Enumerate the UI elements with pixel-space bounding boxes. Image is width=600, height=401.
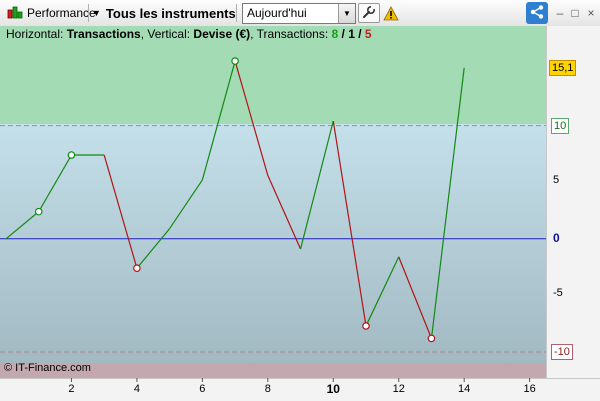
data-point: [67, 151, 76, 159]
series-segment: [201, 60, 236, 181]
separator: /: [338, 27, 349, 41]
series-segment: [267, 175, 302, 250]
neutral-count: 1: [348, 27, 355, 41]
series-segment: [103, 154, 138, 269]
series-segment: [169, 179, 203, 229]
horizontal-label: Horizontal:: [6, 27, 67, 41]
series-segment: [365, 256, 400, 327]
series-segment: [5, 211, 40, 240]
data-point: [427, 334, 436, 343]
series-segment: [430, 67, 465, 339]
losses-count: 5: [364, 27, 372, 41]
series-segment: [234, 60, 269, 176]
separator: /: [354, 27, 365, 41]
copyright-text: © IT-Finance.com: [4, 362, 91, 374]
chart-header: Horizontal: Transactions, Vertical: Devi…: [6, 27, 372, 41]
series-segment: [38, 154, 72, 212]
horizontal-value: Transactions: [66, 27, 141, 41]
series-segment: [332, 120, 367, 327]
series-segment: [398, 256, 433, 339]
transactions-label: , Transactions:: [250, 27, 332, 41]
vertical-label: , Vertical:: [140, 27, 194, 41]
vertical-value: Devise (€): [193, 27, 251, 41]
performance-window: Performance ▼ Tous les instruments Aujou…: [0, 0, 600, 401]
performance-chart: [0, 57, 546, 382]
series-segment: [136, 228, 171, 269]
data-point: [34, 207, 43, 216]
data-point: [362, 322, 370, 330]
data-point: [133, 264, 141, 273]
series-segment: [299, 120, 334, 250]
data-point: [231, 57, 239, 65]
